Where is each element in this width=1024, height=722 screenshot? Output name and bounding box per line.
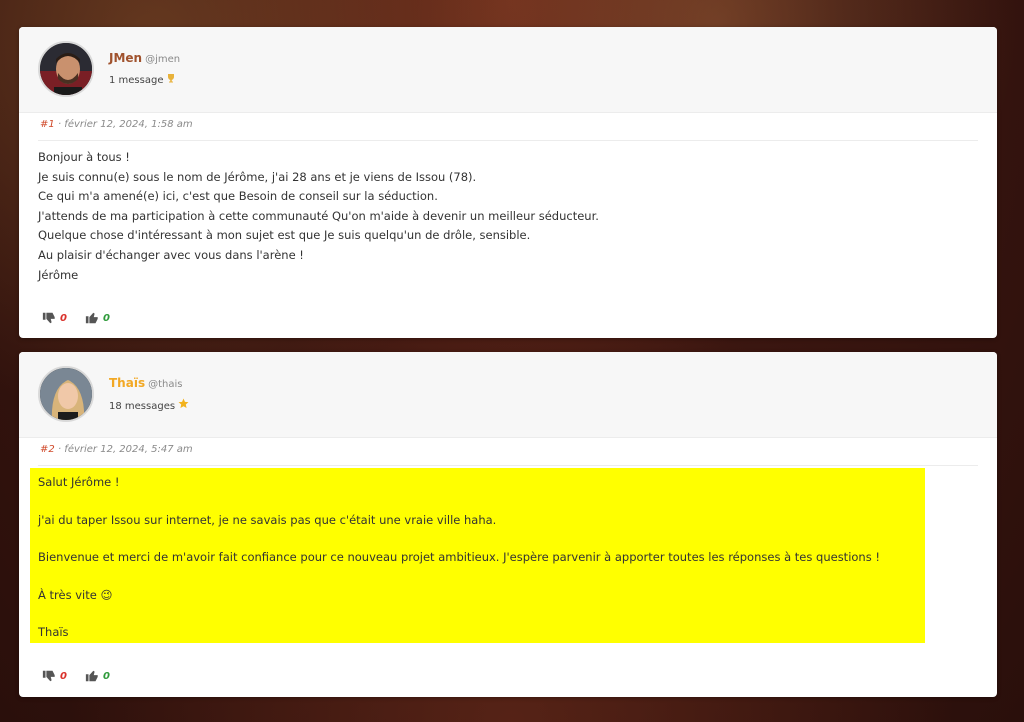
post-line: À très vite 😉	[38, 587, 113, 602]
trophy-icon	[166, 74, 176, 86]
post-line: Salut Jérôme !	[38, 475, 120, 489]
post-line: Au plaisir d'échanger avec vous dans l'a…	[38, 247, 304, 262]
post-header: Thaïs @thais 18 messages	[19, 352, 997, 438]
post-date: · février 12, 2024, 5:47 am	[57, 444, 193, 455]
post-line: Quelque chose d'intéressant à mon sujet …	[38, 228, 531, 243]
post-line: Thaïs	[38, 625, 69, 640]
like-count: 0	[102, 670, 110, 682]
forum-post: JMen @jmen 1 message #1 · février 12, 202…	[19, 27, 997, 338]
post-line: Bienvenue et merci de m'avoir fait confi…	[38, 550, 880, 565]
username[interactable]: Thaïs	[109, 376, 145, 390]
message-count: 1 message	[109, 73, 176, 86]
dislike-button[interactable]: 0	[42, 311, 67, 325]
post-body-highlighted: Salut Jérôme ! j'ai du taper Issou sur i…	[30, 468, 925, 643]
post-line: j'ai du taper Issou sur internet, je ne …	[38, 512, 497, 527]
post-header: JMen @jmen 1 message	[19, 27, 997, 113]
dislike-button[interactable]: 0	[42, 669, 67, 683]
thumbs-down-icon	[42, 670, 55, 682]
user-line: JMen @jmen	[109, 51, 180, 65]
post-number[interactable]: #1	[40, 119, 55, 130]
username[interactable]: JMen	[109, 51, 142, 65]
message-count: 18 messages	[109, 398, 189, 412]
like-count: 0	[102, 312, 110, 324]
like-button[interactable]: 0	[85, 311, 110, 325]
avatar[interactable]	[38, 366, 94, 422]
message-count-label: 18 messages	[109, 401, 176, 412]
post-meta: #1 · février 12, 2024, 1:58 am	[40, 119, 193, 130]
post-line: Jérôme	[38, 267, 79, 282]
dislike-count: 0	[60, 312, 67, 324]
post-line: Je suis connu(e) sous le nom de Jérôme, …	[38, 169, 477, 184]
post-body: Bonjour à tous ! Je suis connu(e) sous l…	[38, 148, 599, 285]
like-button[interactable]: 0	[85, 669, 110, 683]
dislike-count: 0	[60, 670, 67, 682]
thumbs-down-icon	[42, 312, 55, 324]
post-actions: 0 0	[42, 311, 110, 325]
divider	[38, 140, 978, 141]
user-handle: @jmen	[145, 54, 181, 65]
post-actions: 0 0	[42, 669, 110, 683]
forum-post: Thaïs @thais 18 messages #2 · février 12,…	[19, 352, 997, 697]
post-line: Bonjour à tous !	[38, 150, 130, 164]
divider	[38, 465, 978, 466]
post-meta: #2 · février 12, 2024, 5:47 am	[40, 444, 193, 455]
thumbs-up-icon	[85, 670, 98, 682]
post-line: J'attends de ma participation à cette co…	[38, 208, 599, 223]
user-handle: @thais	[148, 379, 183, 390]
avatar[interactable]	[38, 41, 94, 97]
star-icon	[178, 398, 189, 412]
message-count-label: 1 message	[109, 75, 164, 86]
post-date: · février 12, 2024, 1:58 am	[57, 119, 193, 130]
user-line: Thaïs @thais	[109, 376, 182, 390]
post-line: Ce qui m'a amené(e) ici, c'est que Besoi…	[38, 189, 438, 204]
post-number[interactable]: #2	[40, 444, 55, 455]
thumbs-up-icon	[85, 312, 98, 324]
